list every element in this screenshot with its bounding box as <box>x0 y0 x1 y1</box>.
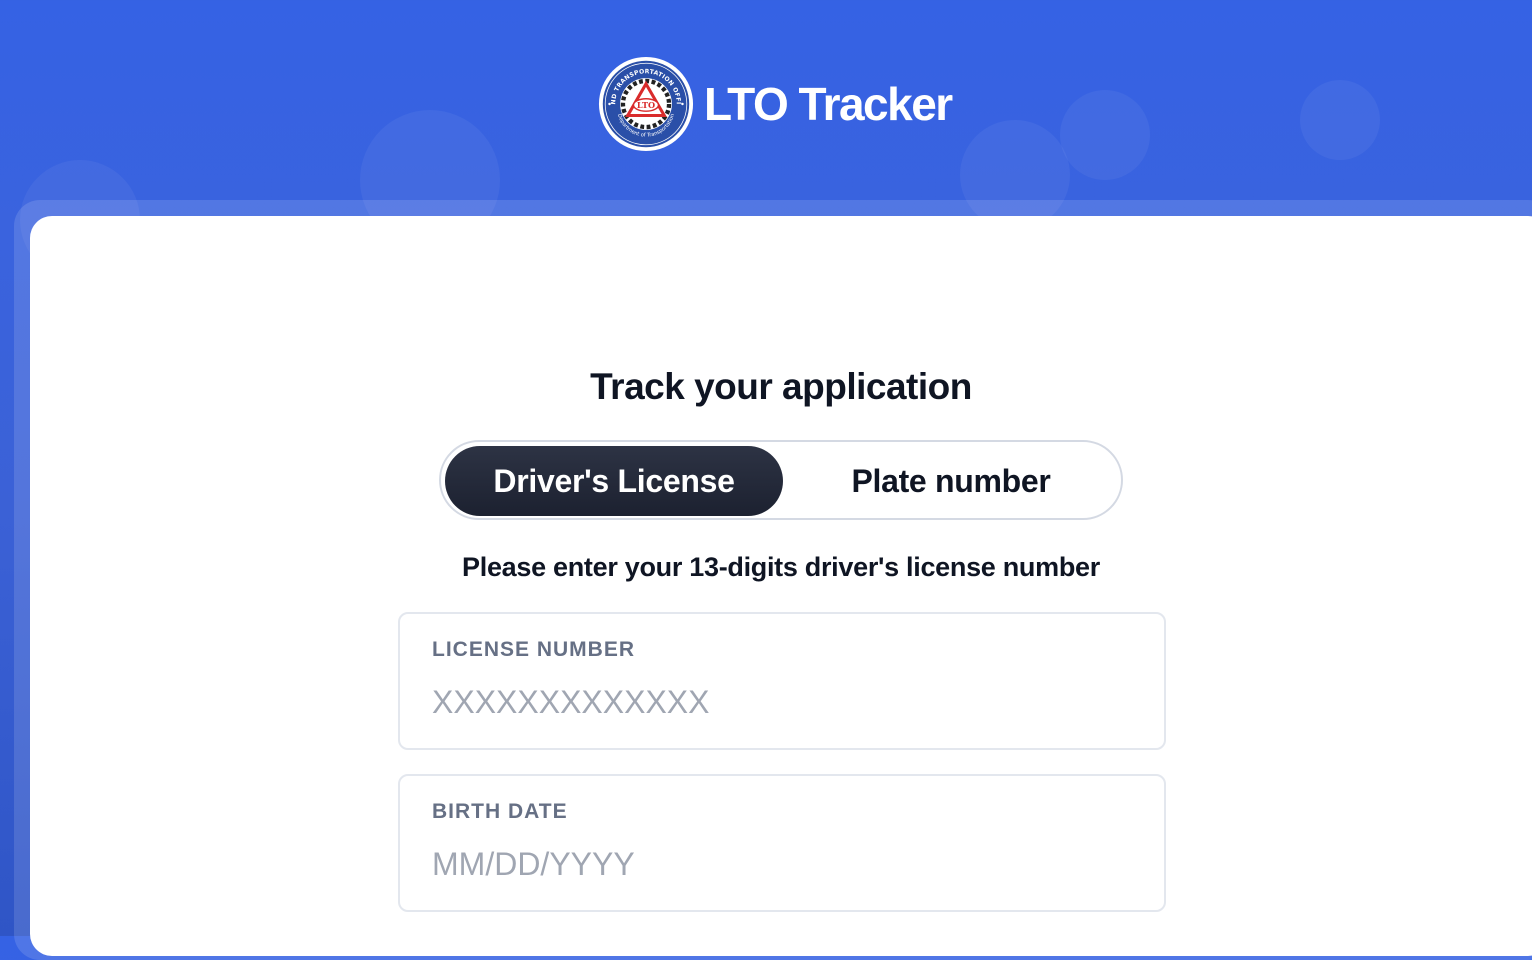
page-title: Track your application <box>590 366 972 407</box>
seal-center-text: LTO <box>637 100 655 110</box>
brand[interactable]: LAND TRANSPORTATION OFFICE Department of… <box>598 56 953 152</box>
birth-date-input[interactable] <box>432 838 1132 890</box>
birth-date-field[interactable]: BIRTH DATE <box>398 774 1166 912</box>
license-number-input[interactable] <box>432 676 1132 728</box>
license-number-field[interactable]: LICENSE NUMBER <box>398 612 1166 750</box>
tab-drivers-license[interactable]: Driver's License <box>445 446 783 516</box>
lto-seal-icon: LAND TRANSPORTATION OFFICE Department of… <box>598 56 694 152</box>
tracking-type-toggle: Driver's License Plate number <box>439 440 1123 520</box>
brand-name: LTO Tracker <box>704 78 953 130</box>
tab-plate-number[interactable]: Plate number <box>783 446 1119 516</box>
instruction-text: Please enter your 13-digits driver's lic… <box>462 552 1100 582</box>
license-number-label: LICENSE NUMBER <box>432 638 636 661</box>
page-header: LAND TRANSPORTATION OFFICE Department of… <box>0 0 1532 200</box>
birth-date-label: BIRTH DATE <box>432 800 568 823</box>
tracker-card: Track your application Driver's License … <box>30 216 1532 956</box>
